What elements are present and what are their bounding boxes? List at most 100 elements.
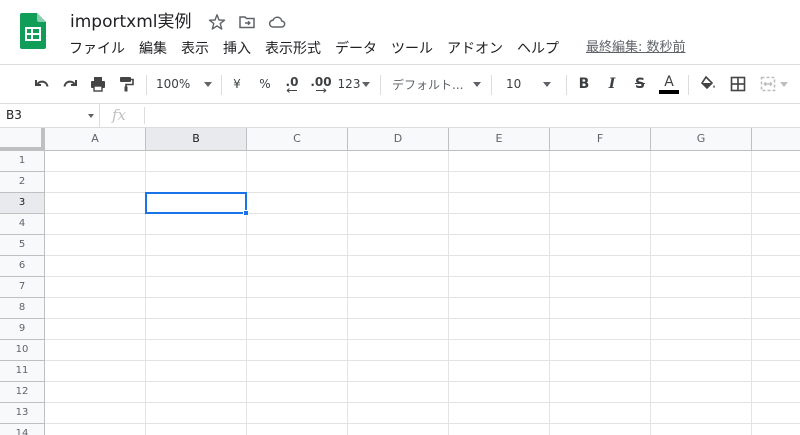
menu-insert[interactable]: 挿入 bbox=[216, 38, 258, 60]
toolbar-separator bbox=[221, 75, 222, 95]
toolbar-separator bbox=[491, 75, 492, 95]
sheet-grid[interactable]: ABCDEFG 1 2 3 4 5 6 7 8 9 10 11 12 13 14 bbox=[0, 128, 800, 435]
row-header-3[interactable]: 3 bbox=[0, 193, 45, 214]
bold-button[interactable]: B bbox=[574, 72, 594, 96]
more-formats-button[interactable]: 123 bbox=[338, 72, 371, 96]
cloud-saved-icon[interactable] bbox=[268, 13, 286, 31]
fill-color-icon[interactable] bbox=[697, 72, 719, 96]
chevron-down-icon bbox=[473, 81, 482, 87]
row-gridline bbox=[45, 255, 800, 256]
formula-input[interactable] bbox=[152, 104, 792, 127]
row-header-7[interactable]: 7 bbox=[0, 277, 45, 298]
decrease-decimal-button[interactable]: .0 bbox=[281, 72, 303, 96]
row-header-14[interactable]: 14 bbox=[0, 424, 45, 435]
row-gridline bbox=[45, 339, 800, 340]
column-gridline bbox=[549, 151, 550, 435]
row-header-1[interactable]: 1 bbox=[0, 151, 45, 172]
cell-reference: B3 bbox=[6, 108, 22, 122]
active-cell-selection[interactable] bbox=[145, 192, 247, 214]
menu-file[interactable]: ファイル bbox=[62, 38, 132, 60]
document-title[interactable]: importxml実例 bbox=[70, 11, 191, 33]
menu-help[interactable]: ヘルプ bbox=[510, 38, 566, 60]
zoom-value: 100% bbox=[156, 77, 191, 91]
row-gridline bbox=[45, 234, 800, 235]
column-header-overflow[interactable] bbox=[752, 128, 800, 151]
borders-icon[interactable] bbox=[727, 72, 749, 96]
row-gridline bbox=[45, 360, 800, 361]
select-all-corner[interactable] bbox=[0, 128, 45, 151]
row-header-6[interactable]: 6 bbox=[0, 256, 45, 277]
row-gridline bbox=[45, 318, 800, 319]
italic-button[interactable]: I bbox=[602, 72, 622, 96]
row-header-2[interactable]: 2 bbox=[0, 172, 45, 193]
undo-icon[interactable] bbox=[30, 72, 54, 96]
menu-tools[interactable]: ツール bbox=[384, 38, 440, 60]
toolbar-separator bbox=[146, 75, 147, 95]
font-size-value: 10 bbox=[506, 77, 522, 91]
last-edit-link[interactable]: 最終編集: 数秒前 bbox=[586, 39, 686, 57]
arrow-right-icon bbox=[316, 87, 327, 93]
print-icon[interactable] bbox=[86, 72, 110, 96]
chevron-down-icon bbox=[543, 81, 552, 87]
row-header-13[interactable]: 13 bbox=[0, 403, 45, 424]
zoom-select[interactable]: 100% bbox=[156, 72, 214, 96]
row-header-11[interactable]: 11 bbox=[0, 361, 45, 382]
menu-data[interactable]: データ bbox=[328, 38, 384, 60]
column-header-d[interactable]: D bbox=[348, 128, 449, 151]
arrow-left-icon bbox=[286, 87, 297, 93]
merge-cells-icon[interactable] bbox=[756, 72, 790, 96]
row-header-4[interactable]: 4 bbox=[0, 214, 45, 235]
row-header-5[interactable]: 5 bbox=[0, 235, 45, 256]
currency-format-button[interactable]: ¥ bbox=[228, 72, 246, 96]
percent-format-button[interactable]: % bbox=[256, 72, 274, 96]
column-gridline bbox=[347, 151, 348, 435]
column-gridline bbox=[448, 151, 449, 435]
column-header-c[interactable]: C bbox=[247, 128, 348, 151]
chevron-down-icon bbox=[779, 81, 788, 87]
move-to-folder-icon[interactable] bbox=[238, 13, 256, 31]
column-gridline bbox=[650, 151, 651, 435]
strikethrough-button[interactable]: S bbox=[630, 72, 650, 96]
name-box[interactable]: B3 bbox=[0, 104, 100, 127]
column-header-e[interactable]: E bbox=[449, 128, 550, 151]
fx-icon: fx bbox=[112, 106, 127, 124]
star-icon[interactable] bbox=[208, 13, 226, 31]
row-header-12[interactable]: 12 bbox=[0, 382, 45, 403]
chevron-down-icon[interactable] bbox=[88, 114, 94, 118]
toolbar-separator bbox=[688, 75, 689, 95]
column-header-f[interactable]: F bbox=[550, 128, 651, 151]
row-gridline bbox=[45, 276, 800, 277]
menu-format[interactable]: 表示形式 bbox=[258, 38, 328, 60]
increase-decimal-button[interactable]: .00 bbox=[309, 72, 333, 96]
text-color-swatch bbox=[659, 90, 679, 94]
row-gridline bbox=[45, 423, 800, 424]
toolbar: 100% ¥ % .0 .00 123 デフォルト... 10 B I S A bbox=[0, 64, 800, 104]
column-header-b[interactable]: B bbox=[146, 128, 247, 151]
row-gridline bbox=[45, 402, 800, 403]
text-color-button[interactable]: A bbox=[658, 72, 680, 96]
font-size-select[interactable]: 10 bbox=[506, 72, 558, 96]
menu-addons[interactable]: アドオン bbox=[440, 38, 510, 60]
column-gridline bbox=[751, 151, 752, 435]
font-family-select[interactable]: デフォルト... bbox=[392, 72, 484, 96]
font-family-value: デフォルト... bbox=[392, 77, 464, 92]
row-header-9[interactable]: 9 bbox=[0, 319, 45, 340]
paint-format-icon[interactable] bbox=[114, 72, 138, 96]
menu-view[interactable]: 表示 bbox=[174, 38, 216, 60]
google-sheets-logo-icon[interactable] bbox=[20, 13, 46, 49]
row-header-8[interactable]: 8 bbox=[0, 298, 45, 319]
formula-separator bbox=[144, 107, 145, 124]
column-header-a[interactable]: A bbox=[45, 128, 146, 151]
toolbar-separator bbox=[380, 75, 381, 95]
row-gridline bbox=[45, 297, 800, 298]
row-header-10[interactable]: 10 bbox=[0, 340, 45, 361]
column-header-g[interactable]: G bbox=[651, 128, 752, 151]
row-gridline bbox=[45, 171, 800, 172]
redo-icon[interactable] bbox=[58, 72, 82, 96]
menu-edit[interactable]: 編集 bbox=[132, 38, 174, 60]
chevron-down-icon bbox=[362, 81, 371, 87]
formula-bar: B3 fx bbox=[0, 104, 800, 128]
fill-handle[interactable] bbox=[243, 210, 249, 216]
row-gridline bbox=[45, 381, 800, 382]
title-bar: importxml実例 ファイル 編集 表示 挿入 表示形式 データ ツール ア… bbox=[0, 0, 800, 64]
